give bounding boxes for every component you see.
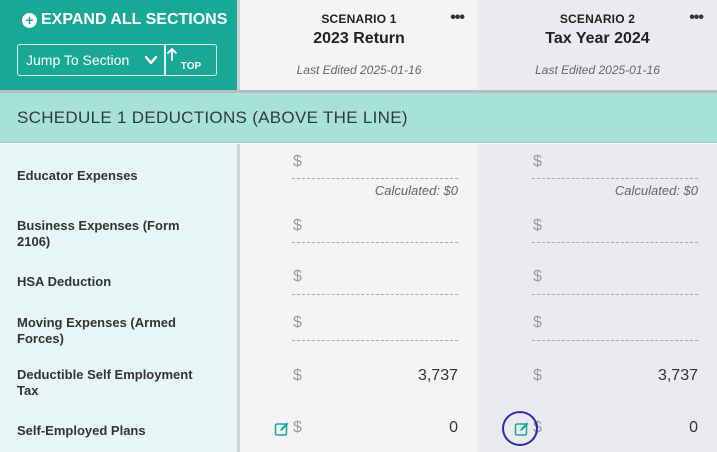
jump-to-section-dropdown[interactable]: Jump To Section [17, 44, 165, 76]
row-label-moving-expenses: Moving Expenses (Armed Forces) [17, 315, 176, 346]
scenario-title: 2023 Return [313, 30, 405, 47]
scenario-1-header: SCENARIO 1 2023 Return Last Edited 2025-… [237, 0, 478, 90]
dollar-sign: $ [533, 153, 542, 170]
dollar-sign: $ [293, 367, 302, 384]
annotation-highlight-circle [502, 411, 538, 446]
self-employed-plans-value-s2: 0 [689, 419, 698, 436]
more-options-icon[interactable]: ••• [450, 9, 465, 27]
scenario-label: SCENARIO 1 [321, 12, 397, 26]
jump-to-section-label: Jump To Section [26, 52, 130, 68]
hsa-deduction-input-s1[interactable] [292, 294, 458, 295]
dollar-sign: $ [533, 314, 542, 331]
dollar-sign: $ [533, 268, 542, 285]
scroll-to-top-button[interactable]: TOP [165, 44, 217, 76]
dollar-sign: $ [533, 217, 542, 234]
dollar-sign: $ [293, 314, 302, 331]
last-edited-text: Last Edited 2025-01-16 [535, 63, 660, 77]
more-options-icon[interactable]: ••• [689, 9, 704, 27]
educator-expenses-input-s1[interactable] [292, 178, 458, 179]
row-label-deductible-self-employment-tax: Deductible Self Employment Tax [17, 367, 193, 398]
moving-expenses-input-s2[interactable] [532, 340, 698, 341]
arrow-up-icon [167, 48, 177, 61]
dollar-sign: $ [293, 217, 302, 234]
chevron-down-icon [144, 55, 158, 65]
row-label-educator-expenses: Educator Expenses [17, 168, 138, 183]
calculated-value: Calculated: $0 [374, 183, 458, 198]
business-expenses-input-s2[interactable] [532, 242, 698, 243]
scenario-2-header: SCENARIO 2 Tax Year 2024 Last Edited 202… [478, 0, 717, 90]
hsa-deduction-input-s2[interactable] [532, 294, 698, 295]
header-controls: + EXPAND ALL SECTIONS Jump To Section TO… [0, 0, 237, 90]
scenario-title: Tax Year 2024 [545, 30, 650, 47]
business-expenses-input-s1[interactable] [292, 242, 458, 243]
top-label: TOP [180, 61, 202, 72]
plus-circle-icon: + [22, 12, 37, 28]
row-label-column [0, 144, 237, 452]
last-edited-text: Last Edited 2025-01-16 [296, 63, 422, 77]
dollar-sign: $ [533, 367, 542, 384]
dollar-sign: $ [293, 419, 302, 436]
row-label-self-employed-plans: Self-Employed Plans [17, 423, 146, 438]
dollar-sign: $ [293, 153, 302, 170]
se-tax-value-s2: 3,737 [657, 367, 698, 384]
se-tax-value-s1: 3,737 [417, 367, 458, 384]
calculated-value: Calculated: $0 [614, 183, 698, 198]
expand-all-sections-button[interactable]: + EXPAND ALL SECTIONS [22, 10, 227, 30]
row-label-hsa-deduction: HSA Deduction [17, 274, 112, 289]
section-header-schedule-1-deductions[interactable]: SCHEDULE 1 DEDUCTIONS (ABOVE THE LINE) [0, 93, 717, 143]
scenario-label: SCENARIO 2 [559, 12, 636, 26]
row-label-business-expenses: Business Expenses (Form 2106) [17, 218, 180, 249]
expand-all-label: EXPAND ALL SECTIONS [41, 11, 228, 28]
educator-expenses-input-s2[interactable] [532, 178, 698, 179]
moving-expenses-input-s1[interactable] [292, 340, 458, 341]
dollar-sign: $ [293, 268, 302, 285]
self-employed-plans-value-s1: 0 [449, 419, 458, 436]
edit-pencil-icon[interactable] [274, 421, 290, 437]
section-title: SCHEDULE 1 DEDUCTIONS (ABOVE THE LINE) [17, 107, 408, 127]
